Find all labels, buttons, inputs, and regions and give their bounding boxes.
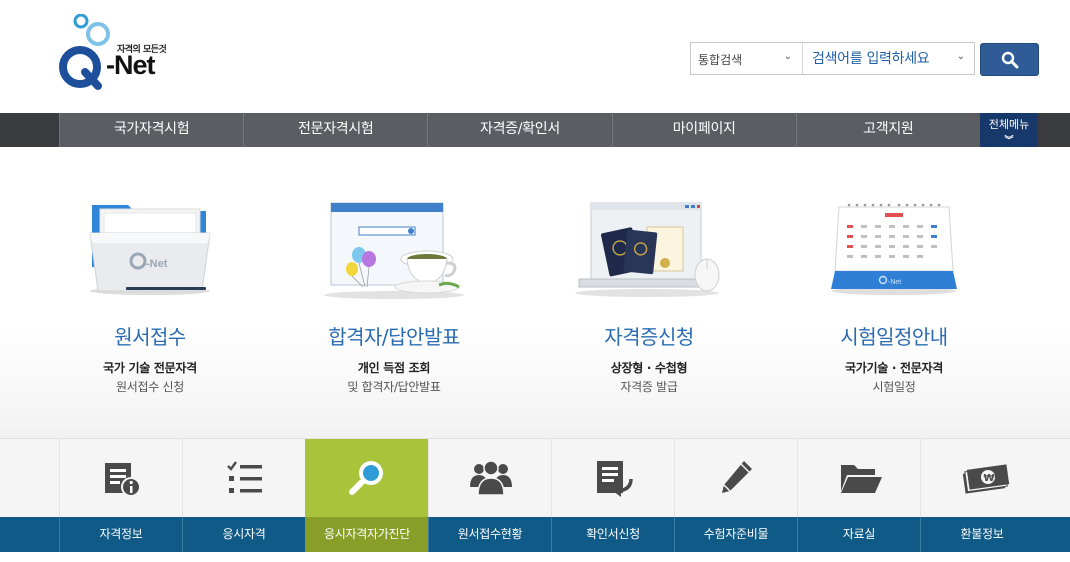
money-icon: ₩ — [962, 464, 1010, 494]
quick-item-label: 환불정보 — [920, 517, 1043, 552]
global-nav: 국가자격시험 전문자격시험 자격증/확인서 마이페이지 고객지원 전체메뉴 ︾ — [0, 113, 1070, 147]
feature-results[interactable]: 합격자/답안발표 개인 득점 조회 및 합격자/답안발표 — [274, 147, 514, 438]
feature-section: -Net 원서접수 국가 기술 전문자격 원서접수 신청 합격자/답안발표 개인… — [0, 147, 1070, 438]
quick-item-label: 자격정보 — [59, 517, 182, 552]
svg-text:-Net: -Net — [146, 258, 168, 270]
feature-certificate-request[interactable]: 자격증신청 상장형 · 수첩형 자격증 발급 — [529, 147, 769, 438]
people-icon — [470, 460, 512, 496]
quick-item-qualification-info[interactable]: 자격정보 — [59, 439, 182, 552]
quick-item-data-room[interactable]: 자료실 — [797, 439, 920, 552]
chevron-down-icon: ⌄ — [783, 51, 792, 62]
browser-teacup-icon — [319, 197, 469, 305]
quick-item-application-status[interactable]: 원서접수현황 — [428, 439, 551, 552]
feature-subtitle: 국가 기술 전문자격 — [103, 361, 197, 375]
feature-subtitle: 개인 득점 조회 — [357, 361, 431, 375]
logo-wordmark: -Net — [106, 50, 155, 80]
pencil-icon — [722, 461, 752, 493]
header: 자격의 모든것 -Net 통합검색 ⌄ ⌄ — [0, 0, 1070, 113]
search-button[interactable] — [980, 43, 1039, 76]
all-menu-button[interactable]: 전체메뉴 ︾ — [980, 113, 1038, 147]
gnb-item-support[interactable]: 고객지원 — [795, 113, 980, 147]
quick-item-label: 자료실 — [797, 517, 920, 552]
feature-description: 원서접수 신청 — [116, 380, 184, 394]
folder-open-icon — [841, 465, 882, 493]
feature-description: 시험일정 — [872, 380, 916, 394]
gnb-item-mypage[interactable]: 마이페이지 — [611, 113, 796, 147]
feature-application[interactable]: -Net 원서접수 국가 기술 전문자격 원서접수 신청 — [30, 147, 270, 438]
quick-item-self-diagnosis[interactable]: 응시자격자가진단 — [305, 439, 428, 552]
quick-item-refund-info[interactable]: ₩ 환불정보 — [920, 439, 1043, 552]
calendar-icon: -Net — [829, 197, 959, 301]
search-scope-select[interactable]: 통합검색 ⌄ — [691, 43, 803, 74]
gnb-item-certificate[interactable]: 자격증/확인서 — [427, 113, 611, 147]
feature-subtitle: 상장형 · 수첩형 — [610, 361, 688, 375]
quick-menu: 자격정보 응시자격 응시자격자가진단 원서접수현황 확인서신청 수험자준비물 자… — [0, 438, 1070, 552]
svg-text:₩: ₩ — [984, 473, 995, 484]
search-icon — [1001, 51, 1019, 69]
search-scope-label: 통합검색 — [698, 53, 743, 67]
chevron-down-icon: ︾ — [1004, 136, 1014, 146]
feature-subtitle: 국가기술 · 전문자격 — [845, 361, 943, 375]
quick-item-label: 수험자준비물 — [674, 517, 797, 552]
gnb-item-national-exam[interactable]: 국가자격시험 — [59, 113, 243, 147]
quick-item-label: 응시자격자가진단 — [305, 517, 428, 552]
folder-icon: -Net — [86, 197, 214, 301]
quick-item-confirmation-request[interactable]: 확인서신청 — [551, 439, 674, 552]
quick-item-label: 응시자격 — [182, 517, 305, 552]
feature-title: 시험일정안내 — [840, 325, 948, 349]
search-box: 통합검색 ⌄ ⌄ — [690, 42, 975, 75]
svg-text:-Net: -Net — [888, 279, 901, 286]
gnb-item-professional-exam[interactable]: 전문자격시험 — [243, 113, 427, 147]
feature-title: 자격증신청 — [604, 325, 694, 349]
qnet-logo[interactable]: 자격의 모든것 -Net — [58, 13, 178, 90]
magnifier-icon — [349, 461, 383, 495]
feature-description: 및 합격자/답안발표 — [347, 380, 441, 394]
chevron-down-icon: ⌄ — [956, 51, 965, 62]
info-document-icon — [105, 463, 141, 497]
search-input[interactable] — [804, 43, 974, 74]
checklist-icon — [227, 461, 262, 493]
feature-exam-schedule[interactable]: -Net 시험일정안내 국가기술 · 전문자격 시험일정 — [774, 147, 1014, 438]
feature-title: 원서접수 — [114, 325, 186, 349]
quick-item-exam-supplies[interactable]: 수험자준비물 — [674, 439, 797, 552]
quick-item-label: 확인서신청 — [551, 517, 674, 552]
document-return-icon — [597, 461, 633, 497]
feature-description: 자격증 발급 — [620, 380, 678, 394]
laptop-certificate-icon — [569, 197, 729, 305]
quick-item-eligibility[interactable]: 응시자격 — [182, 439, 305, 552]
quick-item-label: 원서접수현황 — [428, 517, 551, 552]
all-menu-label: 전체메뉴 — [988, 118, 1030, 131]
feature-title: 합격자/답안발표 — [328, 325, 460, 349]
